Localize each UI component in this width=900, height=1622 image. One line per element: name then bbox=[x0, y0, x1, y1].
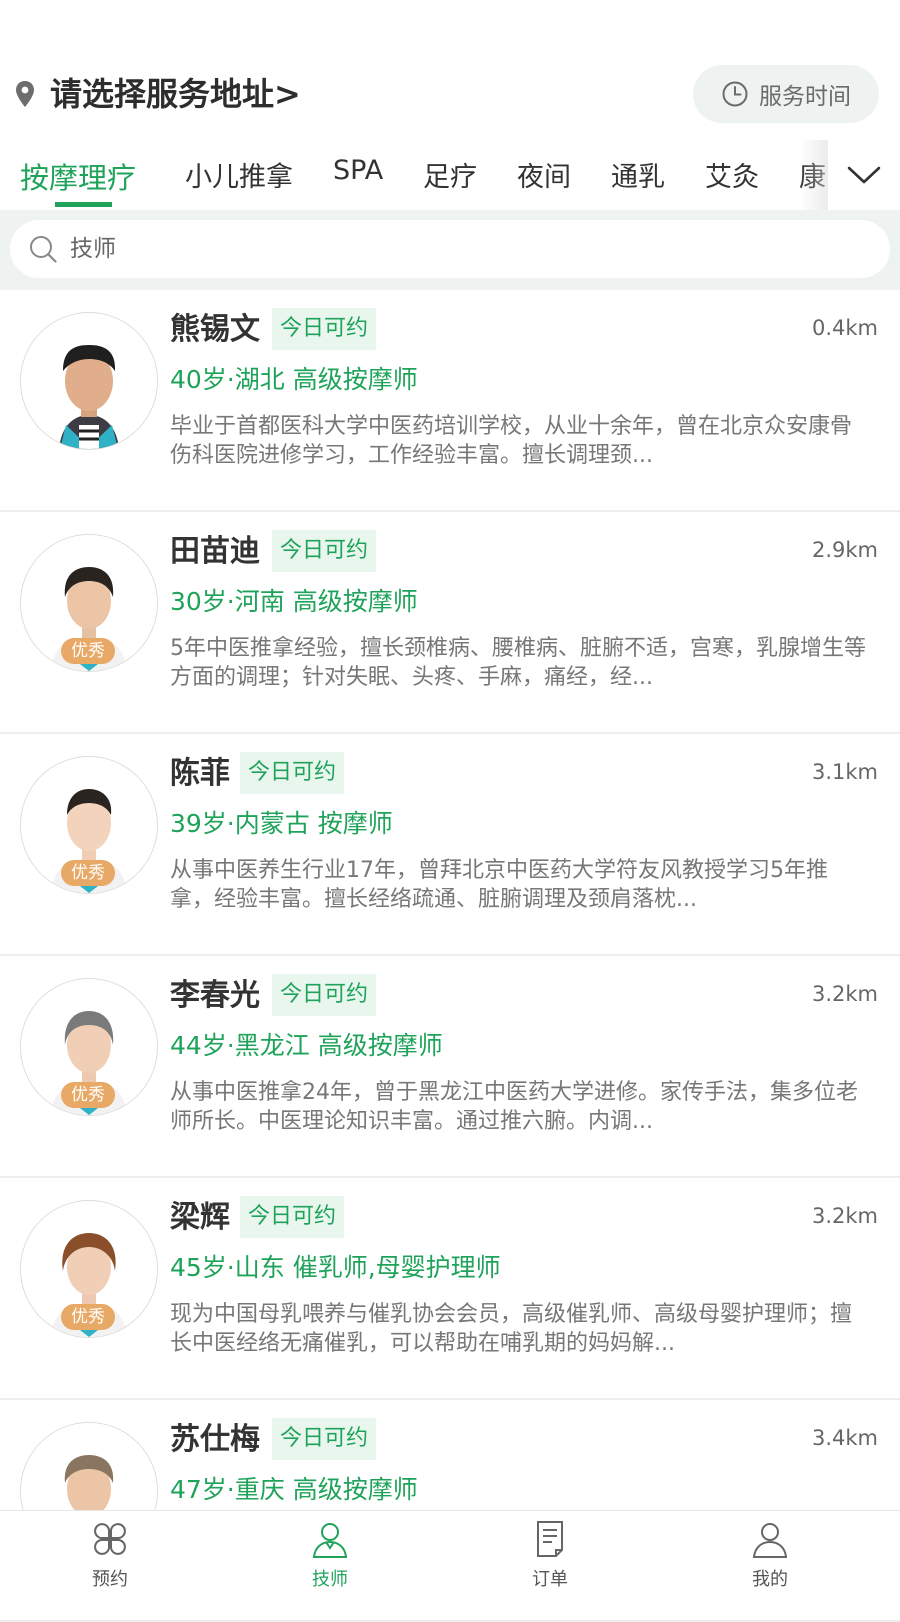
therapist-meta: 30岁·河南 高级按摩师 bbox=[170, 587, 418, 616]
therapist-meta: 45岁·山东 催乳师,母婴护理师 bbox=[170, 1253, 501, 1282]
availability-badge: 今日可约 bbox=[272, 1418, 377, 1460]
therapist-name: 陈菲 bbox=[170, 756, 230, 791]
avatar bbox=[20, 312, 158, 450]
therapist-description: 现为中国母乳喂养与催乳协会会员，高级催乳师、高级母婴护理师；擅长中医经络无痛催乳… bbox=[170, 1302, 853, 1356]
distance: 2.9km bbox=[811, 538, 878, 562]
availability-badge: 今日可约 bbox=[272, 530, 377, 572]
nav-label: 预约 bbox=[92, 1569, 128, 1590]
tab-foot[interactable]: 足疗 bbox=[423, 155, 477, 194]
chevron-down-icon bbox=[847, 166, 881, 184]
availability-badge: 今日可约 bbox=[240, 752, 345, 794]
tab-massage[interactable]: 按摩理疗 bbox=[20, 155, 136, 197]
search-bar-container bbox=[0, 210, 900, 290]
search-icon bbox=[30, 236, 57, 263]
nav-technician[interactable]: 技师 bbox=[270, 1511, 390, 1601]
clock-icon bbox=[722, 81, 748, 107]
order-icon bbox=[537, 1521, 563, 1557]
nav-profile[interactable]: 我的 bbox=[710, 1511, 830, 1601]
category-tabs: 按摩理疗 小儿推拿 SPA 足疗 夜间 通乳 艾灸 康 bbox=[0, 140, 900, 210]
therapist-name: 熊锡文 bbox=[170, 312, 260, 347]
distance: 0.4km bbox=[811, 316, 878, 340]
therapist-card[interactable]: 优秀 田苗迪 今日可约 2.9km 30岁·河南 高级按摩师 5年中医推拿经验，… bbox=[0, 512, 900, 734]
tab-night[interactable]: 夜间 bbox=[517, 155, 571, 194]
active-tab-indicator bbox=[55, 202, 112, 207]
tab-moxibustion[interactable]: 艾灸 bbox=[705, 155, 759, 194]
portrait-image bbox=[21, 313, 157, 449]
therapist-name: 梁辉 bbox=[170, 1200, 230, 1235]
availability-badge: 今日可约 bbox=[240, 1196, 345, 1238]
clover-icon bbox=[94, 1523, 126, 1555]
excellent-badge: 优秀 bbox=[61, 1304, 115, 1330]
therapist-card[interactable]: 熊锡文 今日可约 0.4km 40岁·湖北 高级按摩师 毕业于首都医科大学中医药… bbox=[0, 290, 900, 512]
distance: 3.4km bbox=[811, 1426, 878, 1450]
therapist-list: 熊锡文 今日可约 0.4km 40岁·湖北 高级按摩师 毕业于首都医科大学中医药… bbox=[0, 290, 900, 1622]
nav-label: 订单 bbox=[532, 1569, 568, 1590]
nav-label: 技师 bbox=[312, 1569, 348, 1590]
availability-badge: 今日可约 bbox=[272, 974, 377, 1016]
tab-spa[interactable]: SPA bbox=[333, 155, 383, 186]
distance: 3.1km bbox=[811, 760, 878, 784]
therapist-name: 田苗迪 bbox=[170, 534, 260, 569]
availability-badge: 今日可约 bbox=[272, 308, 377, 350]
service-time-label: 服务时间 bbox=[759, 84, 851, 110]
therapist-name: 李春光 bbox=[170, 978, 260, 1013]
therapist-meta: 39岁·内蒙古 按摩师 bbox=[170, 809, 393, 838]
therapist-card[interactable]: 优秀 陈菲 今日可约 3.1km 39岁·内蒙古 按摩师 从事中医养生行业17年… bbox=[0, 734, 900, 956]
distance: 3.2km bbox=[811, 1204, 878, 1228]
therapist-description: 毕业于首都医科大学中医药培训学校，从业十余年，曾在北京众安康骨伤科医院进修学习，… bbox=[170, 414, 853, 468]
therapist-name: 苏仕梅 bbox=[170, 1422, 260, 1457]
search-input[interactable] bbox=[68, 235, 832, 263]
bottom-navigation: 预约 技师 订单 我的 bbox=[0, 1510, 900, 1601]
nav-appointment[interactable]: 预约 bbox=[50, 1511, 170, 1601]
nav-orders[interactable]: 订单 bbox=[490, 1511, 610, 1601]
therapist-meta: 47岁·重庆 高级按摩师 bbox=[170, 1475, 418, 1504]
therapist-description: 从事中医推拿24年，曾于黑龙江中医药大学进修。家传手法，集多位老师所长。中医理论… bbox=[170, 1080, 858, 1134]
excellent-badge: 优秀 bbox=[61, 638, 115, 664]
tab-lactation[interactable]: 通乳 bbox=[611, 155, 665, 194]
expand-tabs-button[interactable] bbox=[828, 140, 900, 210]
location-pin-icon bbox=[16, 81, 34, 107]
excellent-badge: 优秀 bbox=[61, 860, 115, 886]
nav-label: 我的 bbox=[752, 1569, 788, 1590]
therapist-meta: 40岁·湖北 高级按摩师 bbox=[170, 365, 418, 394]
therapist-card[interactable]: 优秀 李春光 今日可约 3.2km 44岁·黑龙江 高级按摩师 从事中医推拿24… bbox=[0, 956, 900, 1178]
tab-child-massage[interactable]: 小儿推拿 bbox=[185, 155, 293, 194]
profile-icon bbox=[752, 1523, 788, 1558]
tab-fade bbox=[800, 140, 830, 210]
excellent-badge: 优秀 bbox=[61, 1082, 115, 1108]
therapist-meta: 44岁·黑龙江 高级按摩师 bbox=[170, 1031, 443, 1060]
therapist-description: 从事中医养生行业17年，曾拜北京中医药大学符友风教授学习5年推拿，经验丰富。擅长… bbox=[170, 858, 828, 912]
therapist-description: 5年中医推拿经验，擅长颈椎病、腰椎病、脏腑不适，宫寒，乳腺增生等方面的调理；针对… bbox=[170, 636, 866, 690]
address-selector[interactable]: 请选择服务地址> bbox=[50, 72, 301, 116]
header: 请选择服务地址> 服务时间 bbox=[0, 0, 900, 140]
therapist-card[interactable]: 优秀 梁辉 今日可约 3.2km 45岁·山东 催乳师,母婴护理师 现为中国母乳… bbox=[0, 1178, 900, 1400]
service-time-button[interactable]: 服务时间 bbox=[693, 65, 879, 123]
distance: 3.2km bbox=[811, 982, 878, 1006]
technician-icon bbox=[312, 1523, 348, 1558]
search-box[interactable] bbox=[10, 220, 890, 278]
